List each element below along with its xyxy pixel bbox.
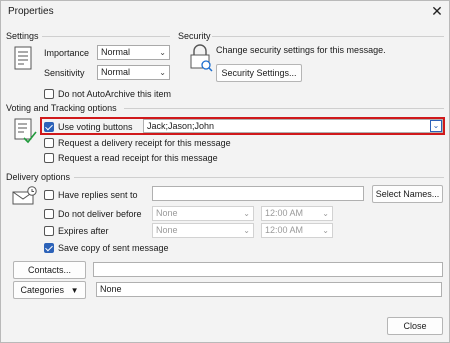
replies-sent-to-label: Have replies sent to bbox=[58, 190, 138, 200]
triangle-down-icon: ▼ bbox=[70, 286, 79, 295]
lock-icon bbox=[188, 44, 214, 74]
expires-after-label: Expires after bbox=[58, 226, 109, 236]
sensitivity-label: Sensitivity bbox=[44, 68, 85, 78]
read-receipt-label: Request a read receipt for this message bbox=[58, 153, 218, 163]
close-button[interactable]: Close bbox=[387, 317, 443, 335]
chevron-down-icon: ⌄ bbox=[243, 226, 250, 235]
dialog-title: Properties bbox=[8, 6, 54, 17]
security-settings-button[interactable]: Security Settings... bbox=[216, 64, 302, 82]
delivery-divider bbox=[74, 177, 444, 178]
expires-after-time-value: 12:00 AM bbox=[265, 225, 304, 235]
categories-input[interactable]: None bbox=[96, 282, 442, 297]
do-not-deliver-label: Do not deliver before bbox=[58, 209, 142, 219]
do-not-deliver-date-value: None bbox=[156, 208, 178, 218]
sensitivity-select[interactable]: Normal ⌄ bbox=[97, 65, 170, 80]
use-voting-label: Use voting buttons bbox=[58, 122, 133, 132]
categories-button[interactable]: Categories ▼ bbox=[13, 281, 86, 299]
voting-buttons-input[interactable]: Jack;Jason;John ⌄ bbox=[143, 119, 443, 133]
voting-section-label: Voting and Tracking options bbox=[6, 103, 117, 113]
expires-after-date-value: None bbox=[156, 225, 178, 235]
expires-after-date-select[interactable]: None ⌄ bbox=[152, 223, 254, 238]
contacts-button[interactable]: Contacts... bbox=[13, 261, 86, 279]
chevron-down-icon: ⌄ bbox=[243, 209, 250, 218]
use-voting-checkbox[interactable] bbox=[44, 122, 54, 132]
save-copy-label: Save copy of sent message bbox=[58, 243, 169, 253]
chevron-down-icon: ⌄ bbox=[159, 48, 166, 57]
select-names-button[interactable]: Select Names... bbox=[372, 185, 443, 203]
chevron-down-icon: ⌄ bbox=[322, 209, 329, 218]
contacts-input[interactable] bbox=[93, 262, 443, 277]
delivery-icon bbox=[12, 186, 38, 210]
chevron-down-icon: ⌄ bbox=[322, 226, 329, 235]
settings-icon bbox=[14, 46, 34, 74]
do-not-deliver-time-select[interactable]: 12:00 AM ⌄ bbox=[261, 206, 333, 221]
do-not-deliver-time-value: 12:00 AM bbox=[265, 208, 304, 218]
delivery-receipt-checkbox[interactable] bbox=[44, 138, 54, 148]
save-copy-checkbox[interactable] bbox=[44, 243, 54, 253]
settings-section-label: Settings bbox=[6, 31, 39, 41]
expires-after-time-select[interactable]: 12:00 AM ⌄ bbox=[261, 223, 333, 238]
settings-divider bbox=[42, 36, 170, 37]
voting-buttons-value: Jack;Jason;John bbox=[147, 121, 215, 131]
importance-label: Importance bbox=[44, 48, 90, 58]
no-autoarchive-checkbox[interactable] bbox=[44, 89, 54, 99]
do-not-deliver-date-select[interactable]: None ⌄ bbox=[152, 206, 254, 221]
no-autoarchive-label: Do not AutoArchive this item bbox=[58, 89, 172, 99]
voting-icon bbox=[14, 118, 38, 148]
replies-sent-to-checkbox[interactable] bbox=[44, 190, 54, 200]
security-description: Change security settings for this messag… bbox=[216, 45, 386, 55]
read-receipt-checkbox[interactable] bbox=[44, 153, 54, 163]
do-not-deliver-checkbox[interactable] bbox=[44, 209, 54, 219]
delivery-receipt-label: Request a delivery receipt for this mess… bbox=[58, 138, 231, 148]
voting-divider bbox=[124, 108, 444, 109]
chevron-down-icon: ⌄ bbox=[159, 68, 166, 77]
delivery-section-label: Delivery options bbox=[6, 172, 71, 182]
importance-value: Normal bbox=[101, 47, 131, 57]
security-divider bbox=[212, 36, 444, 37]
chevron-down-icon[interactable]: ⌄ bbox=[430, 120, 442, 132]
categories-label: Categories bbox=[20, 285, 65, 295]
expires-after-checkbox[interactable] bbox=[44, 226, 54, 236]
replies-sent-to-input[interactable] bbox=[152, 186, 364, 201]
security-section-label: Security bbox=[178, 31, 211, 41]
close-icon[interactable]: ✕ bbox=[428, 2, 446, 20]
sensitivity-value: Normal bbox=[101, 67, 131, 77]
importance-select[interactable]: Normal ⌄ bbox=[97, 45, 170, 60]
